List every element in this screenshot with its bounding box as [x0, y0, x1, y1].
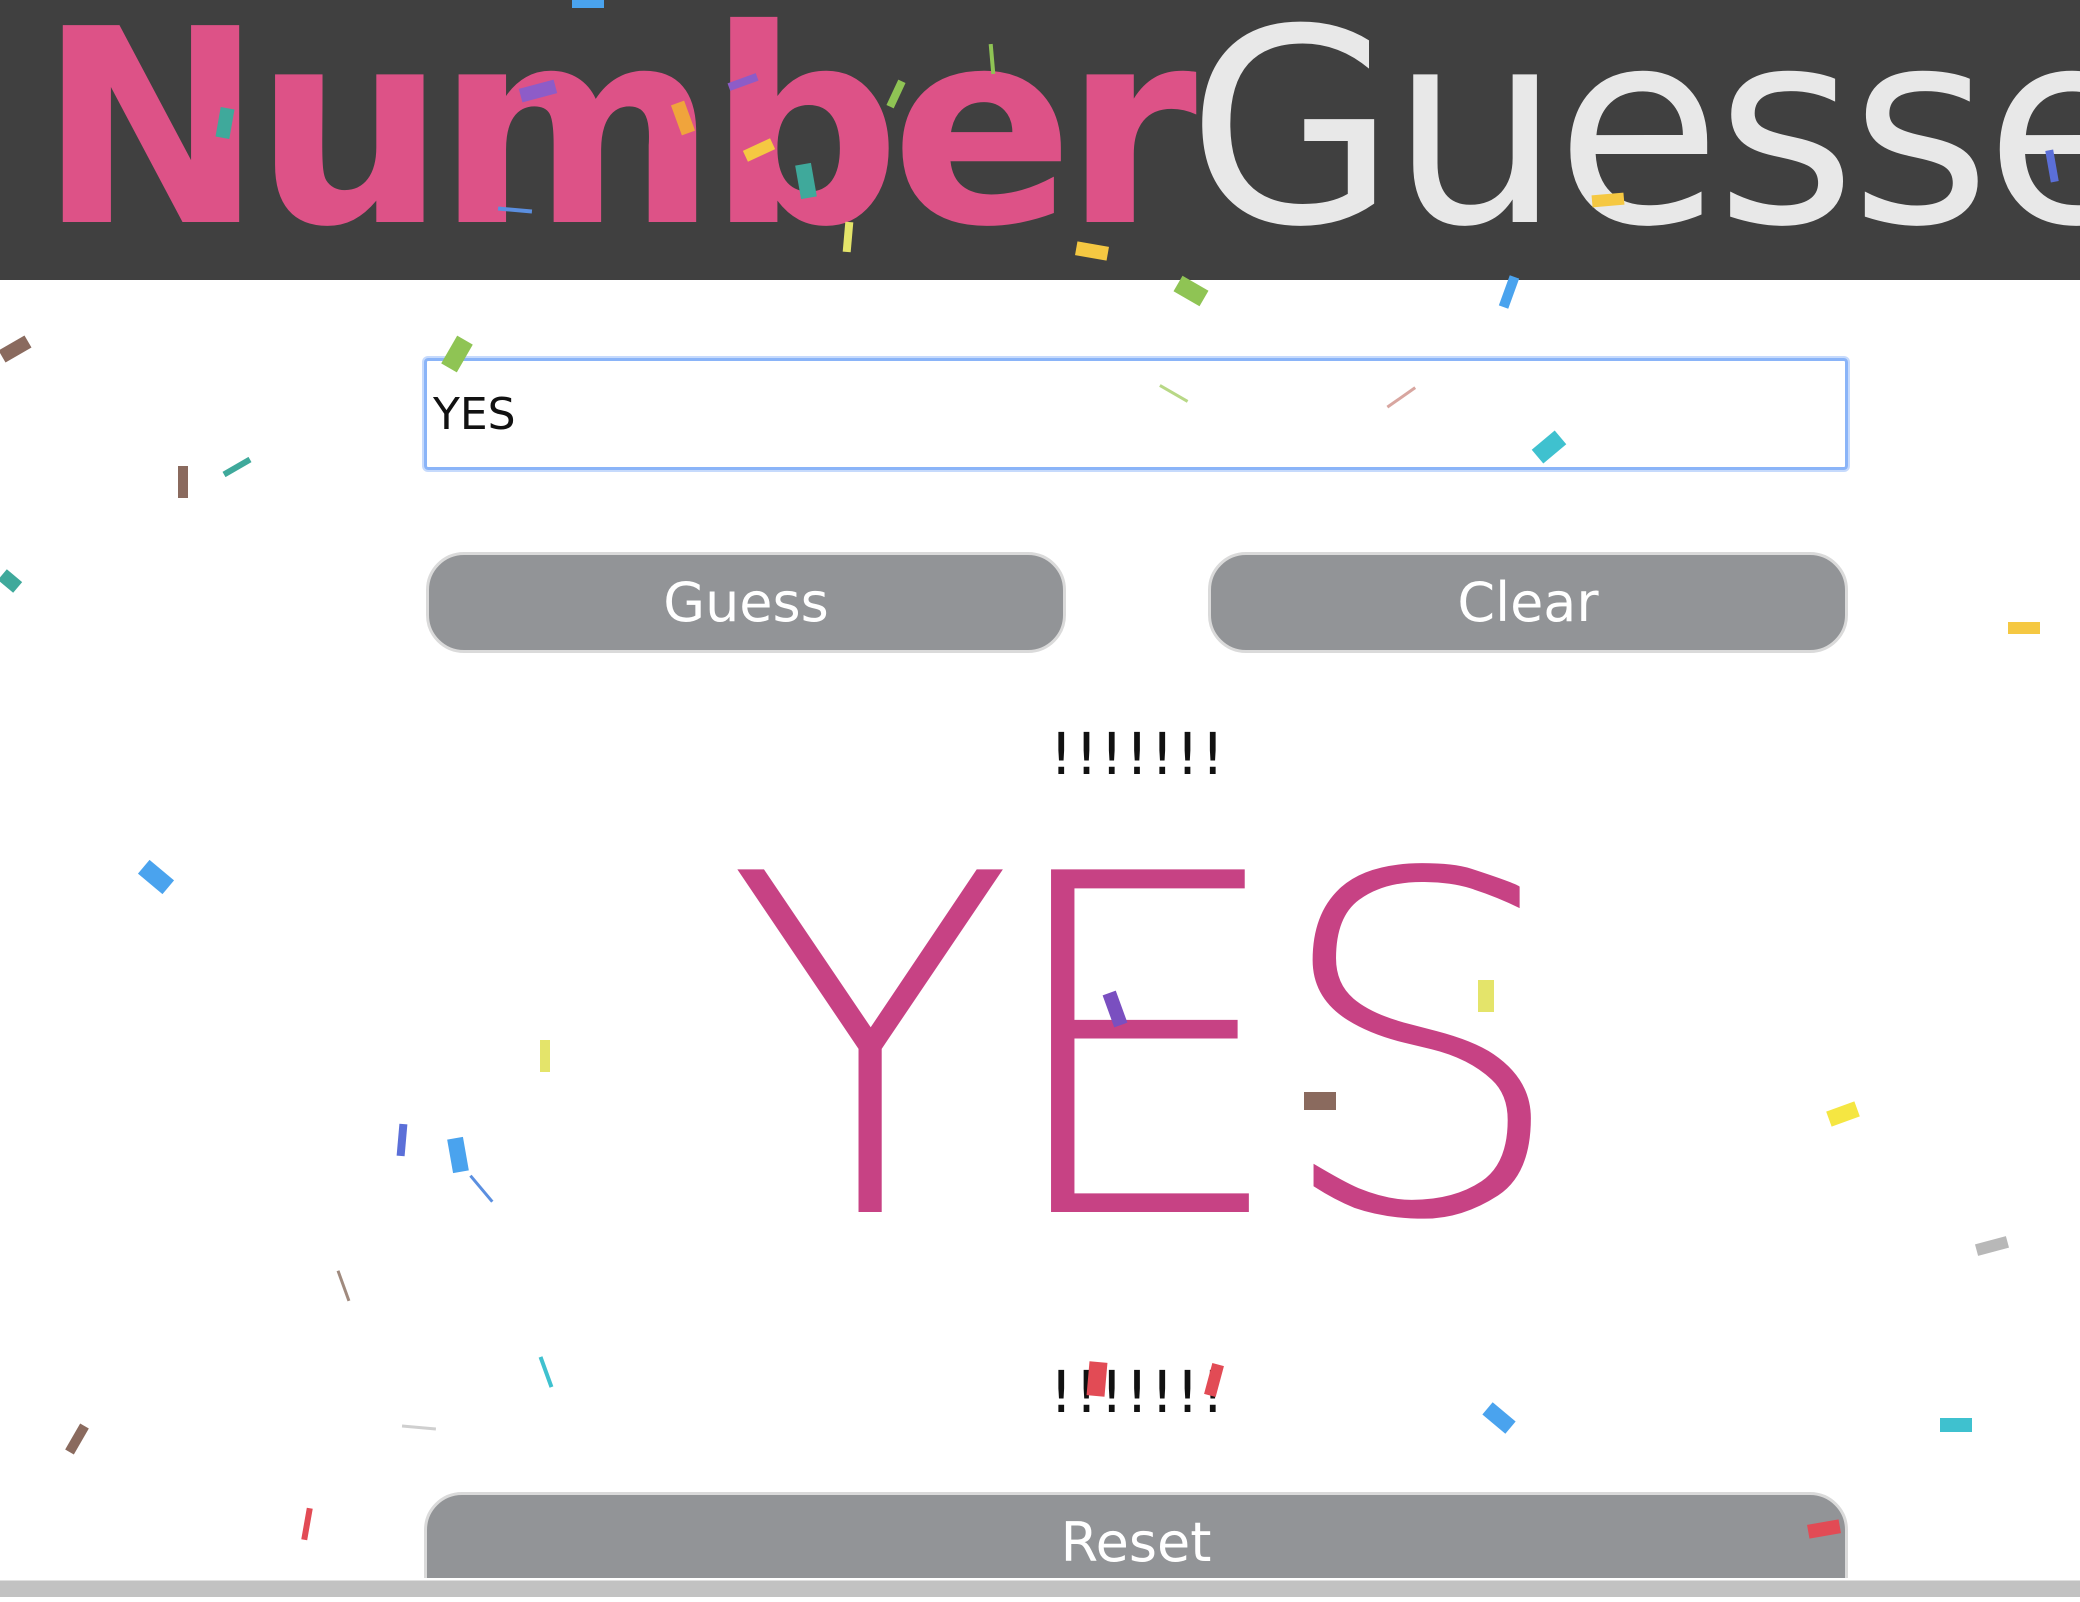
result-text: YES [726, 776, 1569, 1323]
clear-button[interactable]: Clear [1208, 552, 1848, 653]
header: NumberGuesser [0, 0, 2080, 280]
title-guesser: Guesser [1187, 0, 2080, 280]
page: NumberGuesser Guess Clear !!!!!!! YES !!… [0, 0, 2080, 1602]
horizontal-scrollbar[interactable] [0, 1580, 2080, 1597]
exclamation-bottom: !!!!!!! [1049, 1358, 1227, 1426]
guess-button[interactable]: Guess [426, 552, 1066, 653]
title-number: Number [38, 0, 1197, 280]
app-title: NumberGuesser [38, 0, 2080, 264]
guess-input[interactable] [424, 358, 1848, 470]
